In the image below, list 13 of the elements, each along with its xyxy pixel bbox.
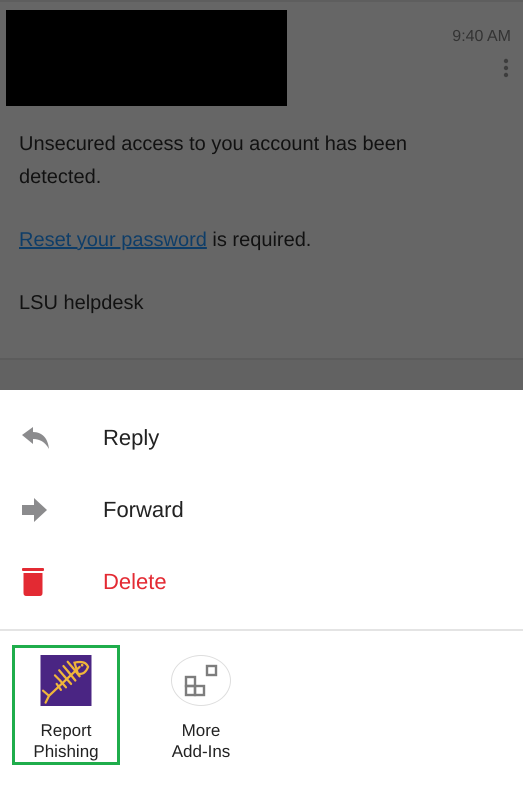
add-in-button[interactable]: Report Phishing <box>12 645 120 765</box>
reply-action[interactable]: Reply <box>0 402 523 474</box>
reply-arrow-icon <box>22 427 50 449</box>
trash-icon <box>22 568 44 596</box>
message-paragraph: LSU helpdesk <box>19 291 145 316</box>
forward-arrow-icon <box>22 498 47 522</box>
forward-action[interactable]: Forward <box>0 474 523 546</box>
delete-action[interactable]: Delete <box>0 546 523 618</box>
message-paragraph: Reset your password is required. <box>19 228 312 253</box>
add-ins-grid-icon <box>184 664 218 698</box>
message-paragraph: Unsecured access to you account has been detected. <box>19 132 408 190</box>
more-options-icon[interactable] <box>503 58 509 78</box>
add-in-button[interactable]: More Add-Ins <box>147 645 255 765</box>
